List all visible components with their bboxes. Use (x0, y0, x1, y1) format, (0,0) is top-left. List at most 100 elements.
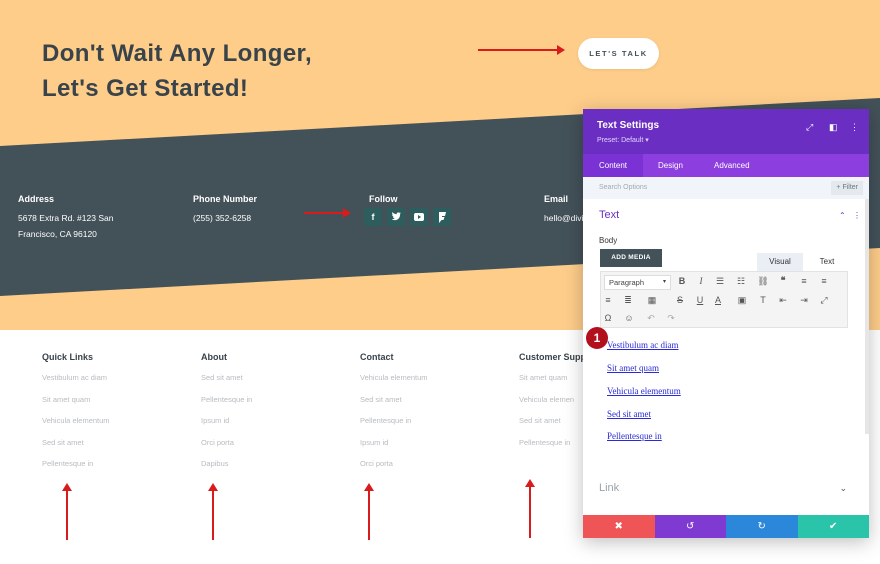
justify-icon[interactable]: ≣ (621, 295, 635, 306)
follow-heading: Follow (369, 194, 398, 204)
undo-icon[interactable]: ↶ (644, 313, 658, 324)
editor-link[interactable]: Sit amet quam (607, 363, 659, 373)
save-button[interactable]: ✔ (797, 515, 869, 538)
lets-talk-button[interactable]: LET'S TALK (578, 38, 659, 69)
red-arrow-up (364, 483, 374, 540)
address-line1: 5678 Extra Rd. #123 San (18, 213, 114, 223)
dropdown-caret-icon: ▾ (662, 279, 666, 285)
facebook-icon[interactable]: f (364, 208, 382, 226)
emoji-icon[interactable]: ☺ (622, 313, 636, 323)
table-icon[interactable]: ▦ (645, 295, 659, 306)
panel-title: Text Settings (597, 120, 660, 131)
search-options-bar: Search Options + Filter (583, 177, 869, 199)
indent-icon[interactable]: ⇥ (797, 295, 811, 306)
section-more-icon[interactable]: ⋮ (853, 211, 861, 220)
footer-column-heading: Quick Links (42, 352, 94, 362)
red-arrow-up (62, 483, 72, 540)
footer-link[interactable]: Sit amet quam (519, 367, 592, 389)
footer-column-contact: Contact Vehicula elementum Sed sit amet … (360, 352, 428, 475)
editor-link[interactable]: Pellentesque in (607, 431, 662, 441)
cancel-button[interactable]: ✖ (583, 515, 655, 538)
outdent-icon[interactable]: ⇤ (776, 295, 790, 306)
split-view-icon[interactable]: ◧ (829, 122, 838, 133)
text-color-icon[interactable]: A (711, 295, 725, 305)
special-character-icon[interactable]: Ω (601, 313, 615, 323)
footer-link[interactable]: Orci porta (201, 432, 252, 454)
footer-link[interactable]: Pellentesque in (42, 453, 110, 475)
editor-link[interactable]: Vehicula elementum (607, 386, 681, 396)
hero-headline: Don't Wait Any Longer, Let's Get Started… (42, 36, 372, 106)
twitter-icon[interactable] (387, 208, 405, 226)
undo-button[interactable]: ↺ (654, 515, 726, 538)
footer-link[interactable]: Pellentesque in (360, 410, 428, 432)
editor-tab-text[interactable]: Text (805, 253, 849, 271)
scrollbar[interactable] (865, 199, 869, 434)
tab-design[interactable]: Design (658, 154, 683, 177)
footer-link[interactable]: Ipsum id (360, 432, 428, 454)
underline-icon[interactable]: U (693, 295, 707, 305)
footer-link[interactable]: Vehicula elemen (519, 389, 592, 411)
footer-link[interactable]: Pellentesque in (519, 432, 592, 454)
footer-column-heading: Customer Suppo (519, 352, 592, 362)
filter-button[interactable]: + Filter (831, 181, 863, 195)
hero-headline-line2: Let's Get Started! (42, 75, 249, 102)
footer-link[interactable]: Orci porta (360, 453, 428, 475)
email-value: hello@divi (544, 213, 584, 223)
red-arrow-up (525, 479, 535, 538)
align-right-icon[interactable]: ≡ (601, 295, 615, 305)
foursquare-icon[interactable] (433, 208, 451, 226)
tab-content[interactable]: Content (583, 154, 643, 177)
hero-headline-line1: Don't Wait Any Longer, (42, 40, 313, 67)
redo-icon[interactable]: ↷ (664, 313, 678, 324)
clear-format-icon[interactable]: T (756, 295, 770, 305)
email-column: Email hello@divi (544, 191, 583, 226)
footer-link[interactable]: Vehicula elementum (360, 367, 428, 389)
footer-column-heading: Contact (360, 352, 394, 362)
footer-column-heading: About (201, 352, 227, 362)
bullet-list-icon[interactable]: ☰ (713, 276, 727, 287)
editor-link[interactable]: Sed sit amet (607, 409, 651, 419)
preset-selector[interactable]: Preset: Default ▾ (597, 136, 649, 144)
footer-link[interactable]: Pellentesque in (201, 389, 252, 411)
editor-link[interactable]: Vestibulum ac diam (607, 340, 679, 350)
step-badge: 1 (586, 327, 608, 349)
align-center-icon[interactable]: ≡ (817, 276, 831, 286)
text-settings-panel: Text Settings Preset: Default ▾ ⤢ ◧ ⋮ Co… (583, 109, 869, 538)
footer-link[interactable]: Sed sit amet (360, 389, 428, 411)
email-heading: Email (544, 194, 569, 204)
blockquote-icon[interactable]: ❝ (776, 275, 790, 286)
footer-link[interactable]: Vehicula elementum (42, 410, 110, 432)
youtube-icon[interactable] (410, 208, 428, 226)
link-section-toggle[interactable]: Link (599, 482, 619, 494)
footer-column-about: About Sed sit amet Pellentesque in Ipsum… (201, 352, 252, 475)
fullscreen-editor-icon[interactable]: ⤢ (817, 295, 831, 306)
footer-link[interactable]: Sed sit amet (201, 367, 252, 389)
footer-link[interactable]: Sed sit amet (519, 410, 592, 432)
fullscreen-icon[interactable]: ⤢ (806, 122, 813, 133)
footer-link[interactable]: Dapibus (201, 453, 252, 475)
numbered-list-icon[interactable]: ☷ (734, 276, 748, 287)
paste-text-icon[interactable]: ▣ (735, 295, 749, 306)
search-options-input[interactable]: Search Options (599, 184, 647, 191)
align-left-icon[interactable]: ≡ (797, 276, 811, 286)
panel-tabs: Content Design Advanced (583, 154, 869, 177)
add-media-button[interactable]: ADD MEDIA (600, 249, 662, 267)
footer-link[interactable]: Ipsum id (201, 410, 252, 432)
italic-icon[interactable]: I (694, 276, 708, 286)
bold-icon[interactable]: B (675, 276, 689, 286)
text-section-toggle[interactable]: Text (599, 209, 619, 221)
chevron-down-icon[interactable]: ⌄ (839, 483, 847, 494)
redo-button[interactable]: ↻ (726, 515, 798, 538)
more-options-icon[interactable]: ⋮ (850, 122, 859, 133)
footer-link[interactable]: Sit amet quam (42, 389, 110, 411)
paragraph-select[interactable]: Paragraph ▾ (604, 275, 671, 290)
footer-link[interactable]: Sed sit amet (42, 432, 110, 454)
footer-link[interactable]: Vestibulum ac diam (42, 367, 110, 389)
red-arrow-up (208, 483, 218, 540)
link-icon[interactable]: ⛓ (756, 276, 770, 287)
editor-tab-visual[interactable]: Visual (757, 253, 803, 271)
chevron-up-icon[interactable]: ⌃ (839, 211, 846, 220)
body-label: Body (599, 236, 618, 245)
tab-advanced[interactable]: Advanced (714, 154, 750, 177)
strikethrough-icon[interactable]: S (673, 295, 687, 305)
